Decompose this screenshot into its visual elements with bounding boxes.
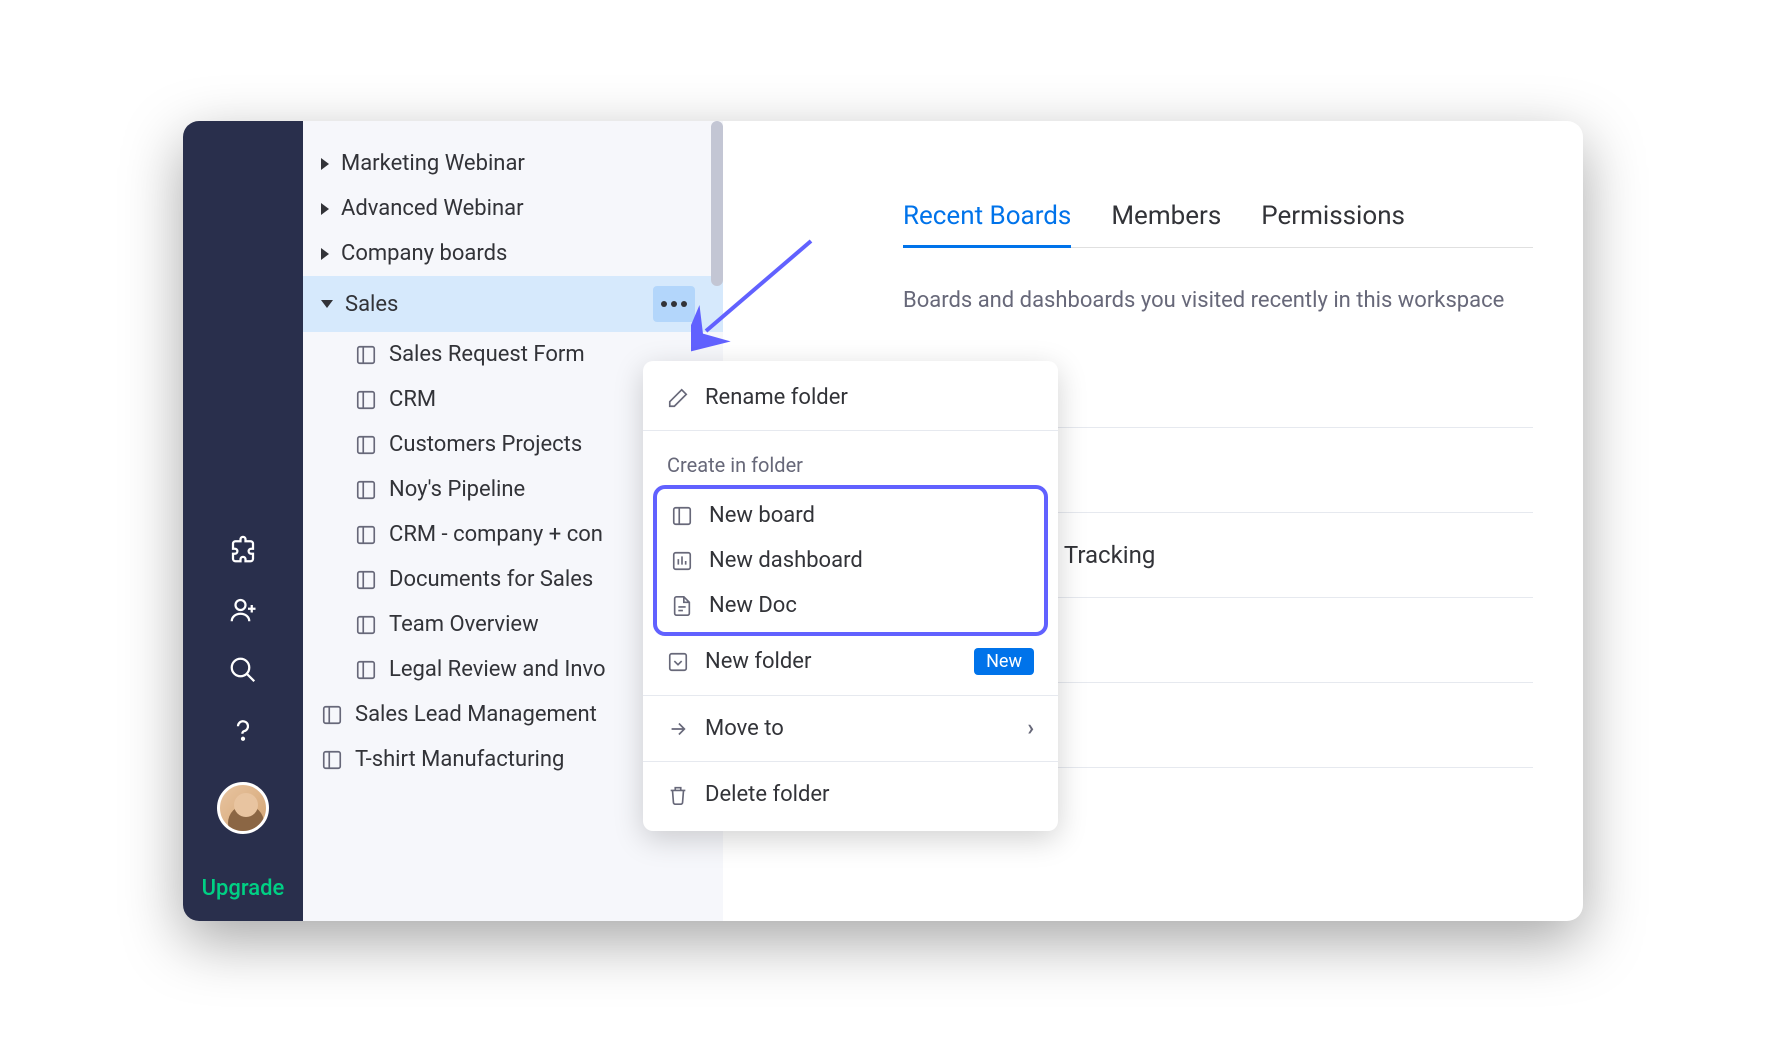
tab-permissions[interactable]: Permissions: [1261, 201, 1405, 247]
caret-right-icon: [321, 203, 329, 215]
board-label: T-shirt Manufacturing: [355, 747, 564, 772]
menu-rename-folder[interactable]: Rename folder: [643, 373, 1058, 422]
folder-label: Company boards: [341, 241, 507, 266]
folder-label: Marketing Webinar: [341, 151, 525, 176]
folder-label: Sales: [345, 292, 398, 317]
folder-company-boards[interactable]: Company boards: [303, 231, 723, 276]
folder-marketing-webinar[interactable]: Marketing Webinar: [303, 141, 723, 186]
board-label: Noy's Pipeline: [389, 477, 525, 502]
user-avatar[interactable]: [217, 782, 269, 834]
upgrade-button[interactable]: Upgrade: [202, 876, 285, 901]
menu-label: New folder: [705, 649, 811, 674]
board-icon: [355, 344, 377, 366]
board-icon: [355, 614, 377, 636]
board-icon: [355, 479, 377, 501]
menu-divider: [643, 695, 1058, 696]
invite-user-icon[interactable]: [227, 594, 259, 626]
board-icon: [355, 389, 377, 411]
nav-rail: Upgrade: [183, 121, 303, 921]
recent-subtitle: Boards and dashboards you visited recent…: [903, 288, 1533, 313]
menu-label: New board: [709, 503, 815, 528]
caret-right-icon: [321, 248, 329, 260]
tab-recent-boards[interactable]: Recent Boards: [903, 201, 1071, 247]
trash-icon: [667, 784, 689, 806]
menu-new-board[interactable]: New board: [657, 493, 1044, 538]
chevron-right-icon: ›: [1027, 716, 1034, 741]
menu-label: Move to: [705, 716, 784, 741]
tab-members[interactable]: Members: [1111, 201, 1221, 247]
menu-new-folder[interactable]: New folder New: [643, 636, 1058, 687]
highlight-annotation: New board New dashboard New Doc: [653, 485, 1048, 636]
tab-bar: Recent Boards Members Permissions: [903, 201, 1533, 248]
menu-move-to[interactable]: Move to ›: [643, 704, 1058, 753]
menu-divider: [643, 430, 1058, 431]
menu-section-label: Create in folder: [643, 439, 1058, 485]
menu-new-doc[interactable]: New Doc: [657, 583, 1044, 628]
menu-label: Delete folder: [705, 782, 830, 807]
board-icon: [355, 569, 377, 591]
board-icon: [355, 434, 377, 456]
board-icon: [355, 524, 377, 546]
help-icon[interactable]: [227, 714, 259, 746]
sidebar-scrollbar[interactable]: [711, 121, 723, 286]
doc-icon: [671, 595, 693, 617]
arrow-right-icon: [667, 718, 689, 740]
menu-divider: [643, 761, 1058, 762]
puzzle-icon[interactable]: [227, 534, 259, 566]
board-label: Customers Projects: [389, 432, 582, 457]
folder-sales[interactable]: Sales: [303, 276, 723, 332]
board-label: CRM: [389, 387, 436, 412]
board-label: Sales Request Form: [389, 342, 585, 367]
caret-right-icon: [321, 158, 329, 170]
folder-collapse-icon: [667, 651, 689, 673]
folder-more-button[interactable]: [653, 286, 695, 322]
board-icon: [321, 704, 343, 726]
board-icon: [355, 659, 377, 681]
board-label: Sales Lead Management: [355, 702, 597, 727]
search-icon[interactable]: [227, 654, 259, 686]
menu-label: Rename folder: [705, 385, 848, 410]
caret-down-icon: [321, 300, 333, 308]
pencil-icon: [667, 387, 689, 409]
board-label: Legal Review and Invo: [389, 657, 606, 682]
dashboard-icon: [671, 550, 693, 572]
board-label: CRM - company + con: [389, 522, 603, 547]
menu-label: New Doc: [709, 593, 797, 618]
app-frame: Upgrade Marketing Webinar Advanced Webin…: [183, 121, 1583, 921]
board-icon: [671, 505, 693, 527]
folder-label: Advanced Webinar: [341, 196, 524, 221]
folder-context-menu: Rename folder Create in folder New board…: [643, 361, 1058, 831]
folder-advanced-webinar[interactable]: Advanced Webinar: [303, 186, 723, 231]
board-icon: [321, 749, 343, 771]
menu-delete-folder[interactable]: Delete folder: [643, 770, 1058, 819]
menu-label: New dashboard: [709, 548, 863, 573]
board-label: Documents for Sales: [389, 567, 593, 592]
menu-new-dashboard[interactable]: New dashboard: [657, 538, 1044, 583]
new-badge: New: [974, 648, 1034, 675]
board-label: Team Overview: [389, 612, 539, 637]
